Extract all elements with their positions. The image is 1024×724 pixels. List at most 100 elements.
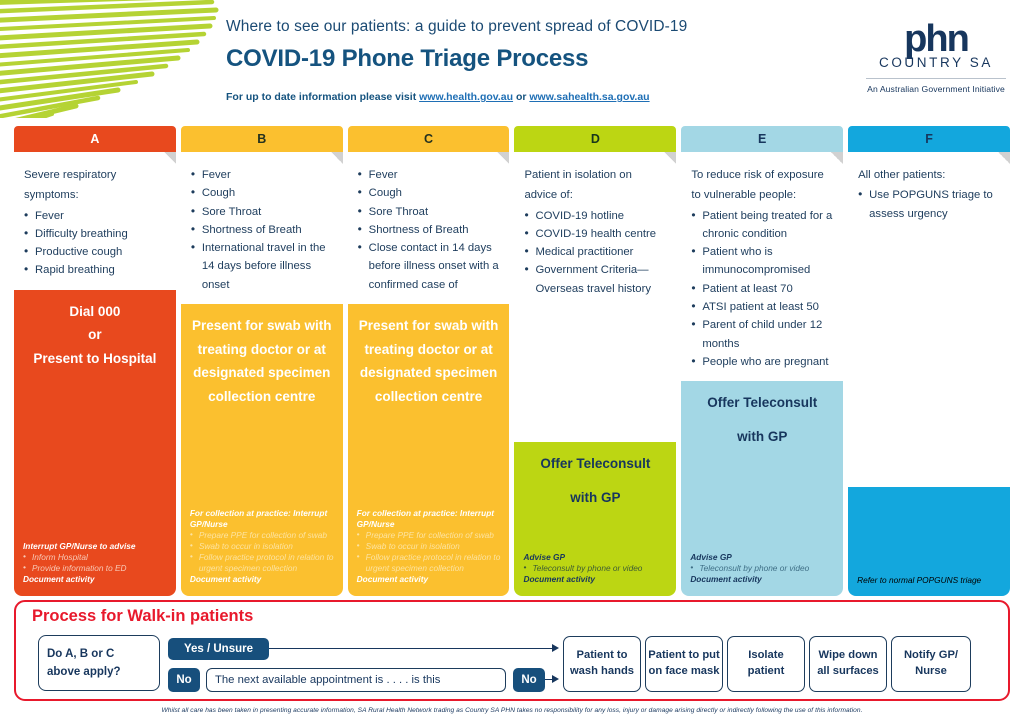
- walkin-step: Patient to put on face mask: [645, 636, 723, 692]
- criteria-item: Patient being treated for a chronic cond…: [691, 206, 833, 244]
- column-c-header: C: [347, 126, 510, 152]
- criteria-item: Cough: [358, 183, 500, 203]
- column-e-criteria: To reduce risk of exposure to vulnerable…: [681, 152, 844, 382]
- action-line: Present for swab with treating doctor or…: [191, 318, 332, 404]
- column-c-body: Fever Cough Sore Throat Shortness of Bre…: [347, 152, 510, 596]
- criteria-lead-line: Patient in isolation on: [524, 169, 632, 181]
- walkin-step: Patient to wash hands: [563, 636, 641, 692]
- notes-item: Teleconsult by phone or video: [523, 562, 667, 574]
- action-line: Offer Teleconsult: [707, 395, 818, 411]
- notes-item: Provide information to ED: [23, 562, 167, 574]
- column-c-action: Present for swab with treating doctor or…: [348, 304, 510, 413]
- column-d-notes: Advise GP Teleconsult by phone or video …: [514, 546, 676, 596]
- criteria-item: Rapid breathing: [24, 260, 166, 280]
- criteria-item: Shortness of Breath: [191, 220, 333, 240]
- notes-footer: Document activity: [23, 574, 95, 585]
- question-line: above apply?: [47, 666, 121, 678]
- tagline-rest-part: : a guide to prevent spread of COVID-19: [406, 18, 688, 35]
- poster-root: Where to see our patients: a guide to pr…: [0, 0, 1024, 724]
- criteria-list: COVID-19 hotline COVID-19 health centre …: [524, 206, 666, 298]
- poster-header: Where to see our patients: a guide to pr…: [226, 18, 786, 103]
- folded-corner-icon: [330, 152, 343, 164]
- notes-item: Follow practice protocol in relation to …: [190, 551, 334, 574]
- folded-corner-icon: [497, 152, 510, 164]
- question-line: Do A, B or C: [47, 647, 115, 660]
- criteria-item: Productive cough: [24, 242, 166, 262]
- logo-divider: [866, 77, 1006, 79]
- notes-footer: Document activity: [523, 574, 595, 585]
- column-f-body: All other patients: Use POPGUNS triage t…: [848, 152, 1010, 596]
- column-f-notes: Refer to normal POPGUNS triage: [848, 569, 1010, 596]
- criteria-item: Fever: [24, 206, 166, 226]
- no-button-2[interactable]: No: [513, 668, 545, 692]
- column-e-header: E: [681, 126, 844, 152]
- criteria-item: Patient at least 70: [691, 279, 833, 299]
- criteria-lead-line: All other patients:: [858, 169, 946, 181]
- green-fan-decoration: [0, 0, 225, 118]
- criteria-item: Fever: [358, 165, 500, 185]
- tagline-bold-part: Where to see our patients: [226, 18, 406, 35]
- criteria-lead-line: Severe respiratory: [24, 169, 117, 181]
- column-b-notes: For collection at practice: Interrupt GP…: [181, 502, 343, 596]
- criteria-list: Patient being treated for a chronic cond…: [691, 206, 833, 372]
- folded-corner-icon: [163, 152, 176, 164]
- criteria-item: Patient who is immunocompromised: [691, 242, 833, 280]
- notes-list: Teleconsult by phone or video: [690, 562, 834, 574]
- notes-item: Teleconsult by phone or video: [690, 562, 834, 574]
- triage-column-f: F All other patients: Use POPGUNS triage…: [848, 126, 1010, 596]
- logo-region-label: COUNTRY SA: [878, 54, 994, 70]
- phn-logo: phn COUNTRY SA An Australian Government …: [860, 20, 1012, 94]
- action-line: Present for swab with treating doctor or…: [358, 318, 499, 404]
- triage-column-d: D Patient in isolation on advice of: COV…: [514, 126, 677, 596]
- appointment-input[interactable]: The next available appointment is . . . …: [206, 668, 506, 692]
- column-a-header: A: [14, 126, 176, 152]
- walkin-title: Process for Walk-in patients: [32, 607, 254, 625]
- yes-branch-line: [269, 648, 553, 650]
- notes-footer: Document activity: [690, 574, 762, 585]
- column-b-criteria: Fever Cough Sore Throat Shortness of Bre…: [180, 152, 343, 305]
- notes-title: Interrupt GP/Nurse to advise: [23, 541, 136, 552]
- folded-corner-icon: [664, 152, 677, 164]
- criteria-list: Fever Cough Sore Throat Shortness of Bre…: [191, 165, 333, 294]
- notes-item: Swab to occur in isolation: [190, 540, 334, 552]
- criteria-lead-line: To reduce risk of exposure: [691, 169, 824, 181]
- criteria-lead-line: advice of:: [524, 189, 573, 202]
- criteria-lead-line: to vulnerable people:: [691, 189, 797, 202]
- column-d-action: Offer Teleconsult with GP: [514, 442, 676, 513]
- sahealth-sa-gov-au-link[interactable]: www.sahealth.sa.gov.au: [529, 91, 649, 103]
- column-f-criteria: All other patients: Use POPGUNS triage t…: [848, 152, 1010, 487]
- triage-columns: A Severe respiratory symptoms: Fever Dif…: [14, 126, 1010, 596]
- walkin-steps: Patient to wash hands Patient to put on …: [563, 636, 971, 692]
- column-b-action: Present for swab with treating doctor or…: [181, 304, 343, 413]
- column-a-criteria: Severe respiratory symptoms: Fever Diffi…: [14, 152, 176, 290]
- notes-title: Advise GP: [690, 552, 732, 563]
- info-subline: For up to date information please visit …: [226, 91, 786, 103]
- action-line: with GP: [737, 428, 788, 444]
- action-line: or: [88, 327, 102, 343]
- yes-unsure-button[interactable]: Yes / Unsure: [168, 638, 269, 660]
- column-c-notes: For collection at practice: Interrupt GP…: [348, 502, 510, 596]
- triage-column-a: A Severe respiratory symptoms: Fever Dif…: [14, 126, 176, 596]
- notes-list: Prepare PPE for collection of swab Swab …: [190, 529, 334, 574]
- no-button-1[interactable]: No: [168, 668, 200, 692]
- action-line: Offer Teleconsult: [540, 456, 651, 471]
- criteria-item: Parent of child under 12 months: [691, 315, 833, 353]
- notes-footer: Refer to normal POPGUNS triage: [857, 575, 982, 585]
- action-line: with GP: [570, 489, 621, 505]
- criteria-item: ATSI patient at least 50: [691, 297, 833, 317]
- notes-list: Inform Hospital Provide information to E…: [23, 551, 167, 574]
- criteria-item: Shortness of Breath: [358, 220, 500, 240]
- criteria-list: Use POPGUNS triage to assess urgency: [858, 185, 1000, 223]
- column-b-header: B: [180, 126, 343, 152]
- folded-corner-icon: [997, 152, 1010, 164]
- criteria-item: Government Criteria—Overseas travel hist…: [524, 260, 666, 298]
- column-a-body: Severe respiratory symptoms: Fever Diffi…: [14, 152, 176, 596]
- criteria-item: Use POPGUNS triage to assess urgency: [858, 185, 1000, 223]
- criteria-lead-line: symptoms:: [24, 189, 79, 202]
- criteria-item: Fever: [191, 165, 333, 185]
- footer-disclaimer: Whilst all care has been taken in presen…: [161, 707, 863, 714]
- notes-title: For collection at practice: Interrupt GP…: [189, 508, 328, 530]
- criteria-list: Fever Difficulty breathing Productive co…: [24, 206, 166, 281]
- health-gov-au-link[interactable]: www.health.gov.au: [419, 91, 513, 103]
- column-e-notes: Advise GP Teleconsult by phone or video …: [681, 546, 843, 596]
